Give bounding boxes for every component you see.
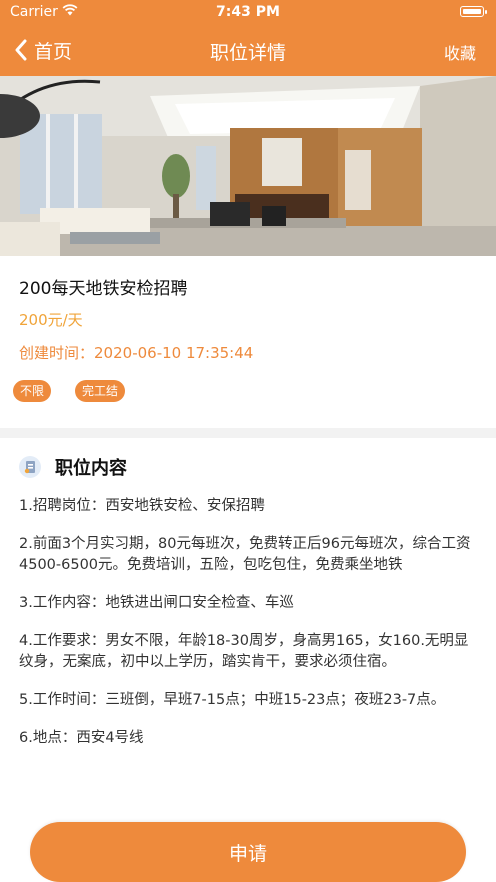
tag-badge: 不限 xyxy=(13,380,52,402)
job-tags: 不限 完工结 xyxy=(13,380,126,402)
job-title: 200每天地铁安检招聘 xyxy=(19,279,188,299)
description-paragraph: 5.工作时间：三班倒，早班7-15点；中班15-23点；夜班23-7点。 xyxy=(19,692,446,708)
section-header: 职位内容 xyxy=(19,454,127,480)
job-salary: 200元/天 xyxy=(19,311,83,329)
description-paragraph: 4.工作要求：男女不限，年龄18-30周岁，身高男165，女160.无明显纹身，… xyxy=(19,633,469,670)
section-divider xyxy=(0,428,496,438)
nav-bar: 首页 职位详情 收藏 xyxy=(0,28,496,72)
job-content-section: 职位内容 1.招聘岗位：西安地铁安检、安保招聘 2.前面3个月实习期，80元每班… xyxy=(0,438,496,808)
status-bar: Carrier 7:43 PM xyxy=(0,0,496,24)
job-summary: 200每天地铁安检招聘 200元/天 创建时间：2020-06-10 17:35… xyxy=(0,256,496,428)
tag-badge: 完工结 xyxy=(75,380,126,402)
document-icon xyxy=(19,456,41,478)
description-paragraph: 1.招聘岗位：西安地铁安检、安保招聘 xyxy=(19,498,265,514)
description-paragraph: 6.地点：西安4号线 xyxy=(19,730,144,746)
favorite-button[interactable]: 收藏 xyxy=(444,40,476,64)
apply-button[interactable]: 申请 xyxy=(30,822,466,882)
description-paragraph: 2.前面3个月实习期，80元每班次，免费转正后96元每班次，综合工资4500-6… xyxy=(19,536,471,573)
status-time: 7:43 PM xyxy=(216,4,280,20)
created-label: 创建时间： xyxy=(19,344,95,362)
battery-icon xyxy=(460,6,487,17)
page-title: 职位详情 xyxy=(209,42,286,64)
job-description: 1.招聘岗位：西安地铁安检、安保招聘 2.前面3个月实习期，80元每班次，免费转… xyxy=(19,496,479,766)
description-paragraph: 3.工作内容：地铁进出闸口安全检查、车巡 xyxy=(19,595,294,611)
office-illustration xyxy=(0,76,496,256)
section-title: 职位内容 xyxy=(55,458,127,479)
created-value: 2020-06-10 17:35:44 xyxy=(94,344,254,362)
app-header: Carrier 7:43 PM 首页 职位详情 收藏 xyxy=(0,0,496,76)
job-cover-image xyxy=(0,76,496,256)
created-time: 创建时间：2020-06-10 17:35:44 xyxy=(19,342,253,363)
